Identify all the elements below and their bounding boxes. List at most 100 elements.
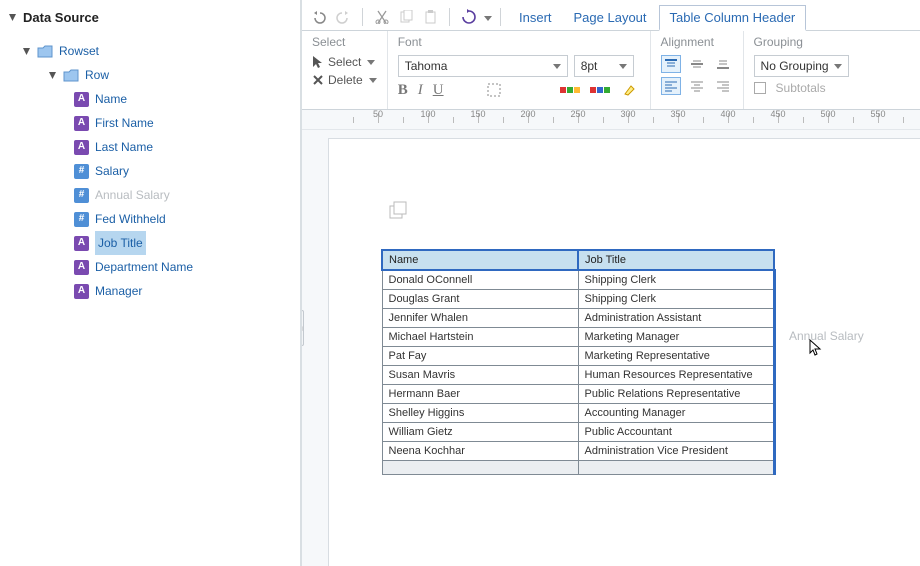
- border-button[interactable]: [484, 81, 504, 99]
- cell-job[interactable]: Shipping Clerk: [578, 270, 774, 290]
- ribbon-group-grouping: Grouping No Grouping Subtotals: [744, 31, 859, 109]
- tree-node-field[interactable]: AName: [8, 87, 292, 111]
- grouping-select[interactable]: No Grouping: [754, 55, 849, 77]
- tab-insert[interactable]: Insert: [509, 6, 562, 29]
- cell-job[interactable]: Accounting Manager: [578, 404, 774, 423]
- font-color-button[interactable]: [590, 81, 610, 99]
- tab-page-layout[interactable]: Page Layout: [564, 6, 657, 29]
- table-row[interactable]: Hermann BaerPublic Relations Representat…: [382, 385, 774, 404]
- dropdown-caret-icon[interactable]: [482, 10, 492, 24]
- align-right-button[interactable]: [713, 77, 733, 95]
- cell-name[interactable]: Shelley Higgins: [382, 404, 578, 423]
- bold-button[interactable]: B: [398, 82, 408, 99]
- copy-icon[interactable]: [395, 6, 417, 28]
- cell-name[interactable]: Michael Hartstein: [382, 328, 578, 347]
- ribbon-group-title: Select: [312, 35, 377, 49]
- cell-name[interactable]: Neena Kochhar: [382, 442, 578, 461]
- valign-middle-button[interactable]: [687, 55, 707, 73]
- cursor-icon: [809, 339, 823, 360]
- tree-node-field[interactable]: AManager: [8, 279, 292, 303]
- tree-label: Salary: [95, 159, 129, 183]
- tree-node-field[interactable]: #Annual Salary: [8, 183, 292, 207]
- tree-node-field[interactable]: AFirst Name: [8, 111, 292, 135]
- tree-node-field[interactable]: #Fed Withheld: [8, 207, 292, 231]
- collapse-icon[interactable]: [8, 13, 17, 22]
- subtotals-checkbox[interactable]: [754, 82, 766, 94]
- cell-name[interactable]: Jennifer Whalen: [382, 309, 578, 328]
- editor-pane: Insert Page Layout Table Column Header S…: [302, 0, 920, 566]
- table-row[interactable]: William GietzPublic Accountant: [382, 423, 774, 442]
- highlight-button[interactable]: [620, 81, 640, 99]
- cell-name[interactable]: Hermann Baer: [382, 385, 578, 404]
- paste-icon[interactable]: [419, 6, 441, 28]
- ribbon-group-font: Font Tahoma 8pt B I U: [388, 31, 651, 109]
- cell-name[interactable]: Susan Mavris: [382, 366, 578, 385]
- text-field-icon: A: [74, 260, 89, 275]
- ribbon-group-select: Select Select Delete: [302, 31, 388, 109]
- text-field-icon: A: [74, 236, 89, 251]
- table-row[interactable]: Donald OConnellShipping Clerk: [382, 270, 774, 290]
- tree-node-row[interactable]: Row: [8, 63, 292, 87]
- cell-job[interactable]: Human Resources Representative: [578, 366, 774, 385]
- table-row[interactable]: Susan MavrisHuman Resources Representati…: [382, 366, 774, 385]
- table-row[interactable]: Jennifer WhalenAdministration Assistant: [382, 309, 774, 328]
- cell-job[interactable]: Administration Vice President: [578, 442, 774, 461]
- tree-node-field[interactable]: ADepartment Name: [8, 255, 292, 279]
- tab-table-column-header[interactable]: Table Column Header: [659, 5, 807, 31]
- tree-node-field[interactable]: AJob Title: [8, 231, 292, 255]
- cell-job[interactable]: Administration Assistant: [578, 309, 774, 328]
- select-button[interactable]: Select: [312, 55, 375, 69]
- design-canvas[interactable]: 50100150200250300350400450500550600 ◂ Sa…: [302, 110, 920, 566]
- delete-button[interactable]: Delete: [312, 73, 377, 87]
- cell-name[interactable]: Donald OConnell: [382, 270, 578, 290]
- tree-node-field[interactable]: # Salary: [8, 159, 292, 183]
- cell-name[interactable]: Pat Fay: [382, 347, 578, 366]
- drag-field-ghost: Annual Salary: [789, 329, 864, 343]
- cell-job[interactable]: Public Accountant: [578, 423, 774, 442]
- ribbon-group-alignment: Alignment: [651, 31, 744, 109]
- fill-color-button[interactable]: [560, 81, 580, 99]
- tree-node-rowset[interactable]: Rowset: [8, 39, 292, 63]
- report-table[interactable]: Name Job Title Donald OConnellShipping C…: [381, 249, 776, 475]
- italic-button[interactable]: I: [418, 82, 423, 99]
- font-family-select[interactable]: Tahoma: [398, 55, 568, 77]
- tree-node-field[interactable]: ALast Name: [8, 135, 292, 159]
- horizontal-ruler: 50100150200250300350400450500550600: [302, 110, 920, 130]
- font-size-select[interactable]: 8pt: [574, 55, 634, 77]
- table-row[interactable]: Michael HartsteinMarketing Manager: [382, 328, 774, 347]
- tree-label: First Name: [95, 111, 154, 135]
- table-row[interactable]: Neena KochharAdministration Vice Preside…: [382, 442, 774, 461]
- cell-job[interactable]: Shipping Clerk: [578, 290, 774, 309]
- align-center-button[interactable]: [687, 77, 707, 95]
- x-icon: [312, 74, 324, 86]
- text-field-icon: A: [74, 284, 89, 299]
- cell-job[interactable]: Marketing Manager: [578, 328, 774, 347]
- underline-button[interactable]: U: [433, 82, 444, 99]
- col-header-job[interactable]: Job Title: [578, 250, 774, 270]
- table-row[interactable]: Shelley HigginsAccounting Manager: [382, 404, 774, 423]
- align-left-button[interactable]: [661, 77, 681, 95]
- table-footer-row[interactable]: [382, 461, 774, 475]
- folder-icon: [63, 69, 79, 82]
- col-header-name[interactable]: Name: [382, 250, 578, 270]
- refresh-icon[interactable]: [458, 6, 480, 28]
- tree-label: Fed Withheld: [95, 207, 166, 231]
- panel-collapse-handle[interactable]: ◂: [302, 310, 304, 346]
- table-row[interactable]: Douglas GrantShipping Clerk: [382, 290, 774, 309]
- undo-icon[interactable]: [308, 6, 330, 28]
- cell-name[interactable]: Douglas Grant: [382, 290, 578, 309]
- report-page[interactable]: Salary Repo Name Job Title Donald OConne…: [328, 138, 920, 566]
- data-source-panel: Data Source Rowset Row ANameAFirst NameA…: [0, 0, 302, 566]
- table-row[interactable]: Pat FayMarketing Representative: [382, 347, 774, 366]
- valign-bottom-button[interactable]: [713, 55, 733, 73]
- text-field-icon: A: [74, 92, 89, 107]
- top-toolbar: Insert Page Layout Table Column Header: [302, 0, 920, 30]
- cell-job[interactable]: Public Relations Representative: [578, 385, 774, 404]
- number-field-icon: #: [74, 164, 89, 179]
- subtotals-label: Subtotals: [776, 81, 826, 95]
- cell-name[interactable]: William Gietz: [382, 423, 578, 442]
- cut-icon[interactable]: [371, 6, 393, 28]
- redo-icon[interactable]: [332, 6, 354, 28]
- valign-top-button[interactable]: [661, 55, 681, 73]
- cell-job[interactable]: Marketing Representative: [578, 347, 774, 366]
